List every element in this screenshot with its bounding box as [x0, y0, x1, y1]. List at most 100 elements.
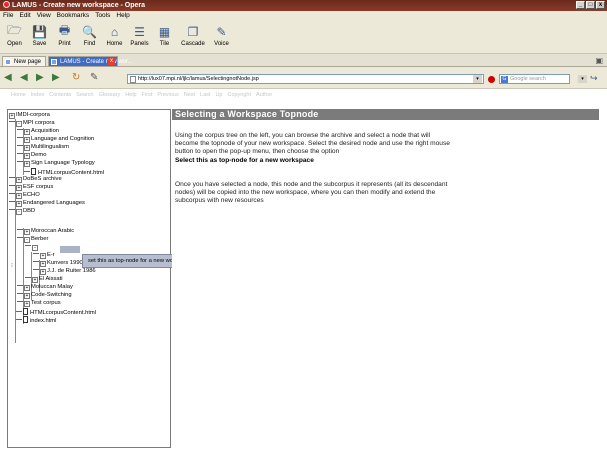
open-button[interactable]: 🗁 Open [3, 21, 26, 53]
link-first[interactable]: First [142, 90, 153, 101]
tree-node[interactable]: + IMDI-corpora [9, 112, 50, 120]
search-input[interactable]: G Google search [499, 74, 570, 84]
tree-node[interactable]: + Kunvers 1990 [33, 260, 83, 268]
expand-icon[interactable]: + [24, 145, 30, 151]
search-dropdown-icon[interactable]: ▾ [578, 75, 587, 83]
link-contents[interactable]: Contents [49, 90, 71, 101]
tab-lamus-label: LAMUS - Create new wor... [60, 59, 133, 65]
link-help[interactable]: Help [125, 90, 136, 101]
link-last[interactable]: Last [200, 90, 210, 101]
fast-forward-icon[interactable]: ▶ [52, 72, 60, 83]
expand-icon[interactable]: + [24, 153, 30, 159]
expand-icon[interactable]: + [24, 161, 30, 167]
tree-node[interactable]: + Multilingualism [17, 144, 69, 152]
expand-icon[interactable]: + [40, 253, 46, 259]
link-index[interactable]: Index [31, 90, 44, 101]
close-window-button[interactable]: x [596, 1, 605, 9]
selected-node-highlight[interactable] [60, 246, 80, 253]
tree-node[interactable]: + Acquisition [17, 128, 59, 136]
record-icon[interactable] [488, 76, 495, 83]
expand-icon[interactable]: + [9, 113, 15, 119]
tree-node[interactable]: + Sign Language Typology [17, 160, 95, 168]
collapse-icon[interactable]: - [32, 245, 38, 251]
back-icon[interactable]: ◀ [4, 72, 12, 83]
save-button[interactable]: 💾 Save [28, 21, 51, 53]
tree-node[interactable]: + ECHO [9, 192, 40, 200]
reload-icon[interactable]: ↻ [72, 72, 80, 83]
tree-leaf[interactable]: HTMLcorpusContent.html [24, 168, 104, 176]
expand-icon[interactable]: + [32, 277, 38, 283]
expand-icon[interactable]: + [40, 261, 46, 267]
tree-node[interactable]: + El Aissati [25, 276, 63, 284]
go-icon[interactable]: ↪ [590, 73, 598, 84]
tab-new-page[interactable]: New page [2, 56, 46, 66]
minimize-button[interactable]: _ [576, 1, 585, 9]
url-field[interactable]: http://lux07.mpi.nl/ljlc/lamus/Selecting… [127, 74, 484, 84]
tree-node[interactable]: + Demo [17, 152, 46, 160]
tree-node[interactable]: - Berber [17, 236, 48, 244]
corpus-tree[interactable]: + IMDI-corpora - MPI corpora + Acquisition … [7, 109, 171, 448]
url-dropdown-icon[interactable]: ▾ [473, 75, 482, 83]
link-up[interactable]: Up [215, 90, 222, 101]
page-icon [130, 76, 136, 83]
maximize-button[interactable]: □ [586, 1, 595, 9]
expand-icon[interactable]: + [24, 293, 30, 299]
tree-node[interactable]: + Endangered Languages [9, 200, 85, 208]
expand-icon[interactable]: + [24, 285, 30, 291]
voice-button[interactable]: ✎ Voice [210, 21, 233, 53]
menu-view[interactable]: View [37, 11, 51, 21]
tree-node[interactable]: - MPI corpora [9, 120, 55, 128]
expand-icon[interactable]: + [40, 269, 46, 275]
link-glossary[interactable]: Glossary [99, 90, 121, 101]
close-tab-icon[interactable]: x [108, 58, 115, 65]
tree-node[interactable]: + E-r [33, 252, 55, 260]
expand-icon[interactable]: + [24, 137, 30, 143]
tree-node[interactable]: + Moroccan Arabic [17, 228, 74, 236]
expand-icon[interactable]: + [24, 129, 30, 135]
tree-node[interactable]: - DBD [9, 208, 35, 216]
tree-node[interactable]: + Code-Switching [17, 292, 72, 300]
panels-button[interactable]: ☰ Panels [128, 21, 151, 53]
collapse-icon[interactable]: - [24, 237, 30, 243]
tree-leaf[interactable]: index.html [16, 316, 56, 324]
expand-icon[interactable]: + [24, 301, 30, 307]
tree-node[interactable]: + Moluccan Malay [17, 284, 73, 292]
find-button[interactable]: 🔍 Find [78, 21, 101, 53]
tile-button[interactable]: ▦ Tile [153, 21, 176, 53]
collapse-icon[interactable]: - [16, 121, 22, 127]
tree-node[interactable]: + Language and Cognition [17, 136, 94, 144]
menu-help[interactable]: Help [116, 11, 129, 21]
link-copyright[interactable]: Copyright [227, 90, 251, 101]
menu-file[interactable]: File [3, 11, 13, 21]
cascade-button[interactable]: ❐ Cascade [178, 21, 208, 53]
menu-edit[interactable]: Edit [19, 11, 30, 21]
search-placeholder: Google search [510, 76, 546, 82]
rewind-icon[interactable]: ◀ [20, 72, 28, 83]
link-previous[interactable]: Previous [157, 90, 178, 101]
expand-icon[interactable]: + [16, 193, 22, 199]
tree-leaf[interactable]: HTMLcorpusContent.html [16, 308, 96, 316]
print-button[interactable]: 🖶 Print [53, 21, 76, 53]
forward-icon[interactable]: ▶ [36, 72, 44, 83]
tree-node[interactable]: + Test corpus [17, 300, 61, 308]
link-next[interactable]: Next [184, 90, 195, 101]
link-search[interactable]: Search [76, 90, 93, 101]
menu-tools[interactable]: Tools [95, 11, 110, 21]
tree-node[interactable]: + ESF corpus [9, 184, 53, 192]
tree-node-selected[interactable]: - [25, 244, 39, 252]
tree-node-label: Code-Switching [31, 292, 72, 298]
link-home[interactable]: Home [11, 90, 26, 101]
expand-icon[interactable]: + [16, 177, 22, 183]
expand-icon[interactable]: + [24, 229, 30, 235]
menu-bookmarks[interactable]: Bookmarks [57, 11, 90, 21]
tree-node[interactable]: + J.J. de Ruiter 1986 [33, 268, 96, 276]
collapse-icon[interactable]: - [16, 209, 22, 215]
tab-lamus[interactable]: LAMUS - Create new wor... x [48, 56, 133, 66]
trash-icon[interactable]: ▣ [595, 56, 603, 65]
expand-icon[interactable]: + [16, 185, 22, 191]
expand-icon[interactable]: + [16, 201, 22, 207]
tree-node[interactable]: + DoBeS archive [9, 176, 62, 184]
home-button[interactable]: ⌂ Home [103, 21, 126, 53]
edit-icon[interactable]: ✎ [90, 72, 98, 83]
link-author[interactable]: Author [256, 90, 272, 101]
